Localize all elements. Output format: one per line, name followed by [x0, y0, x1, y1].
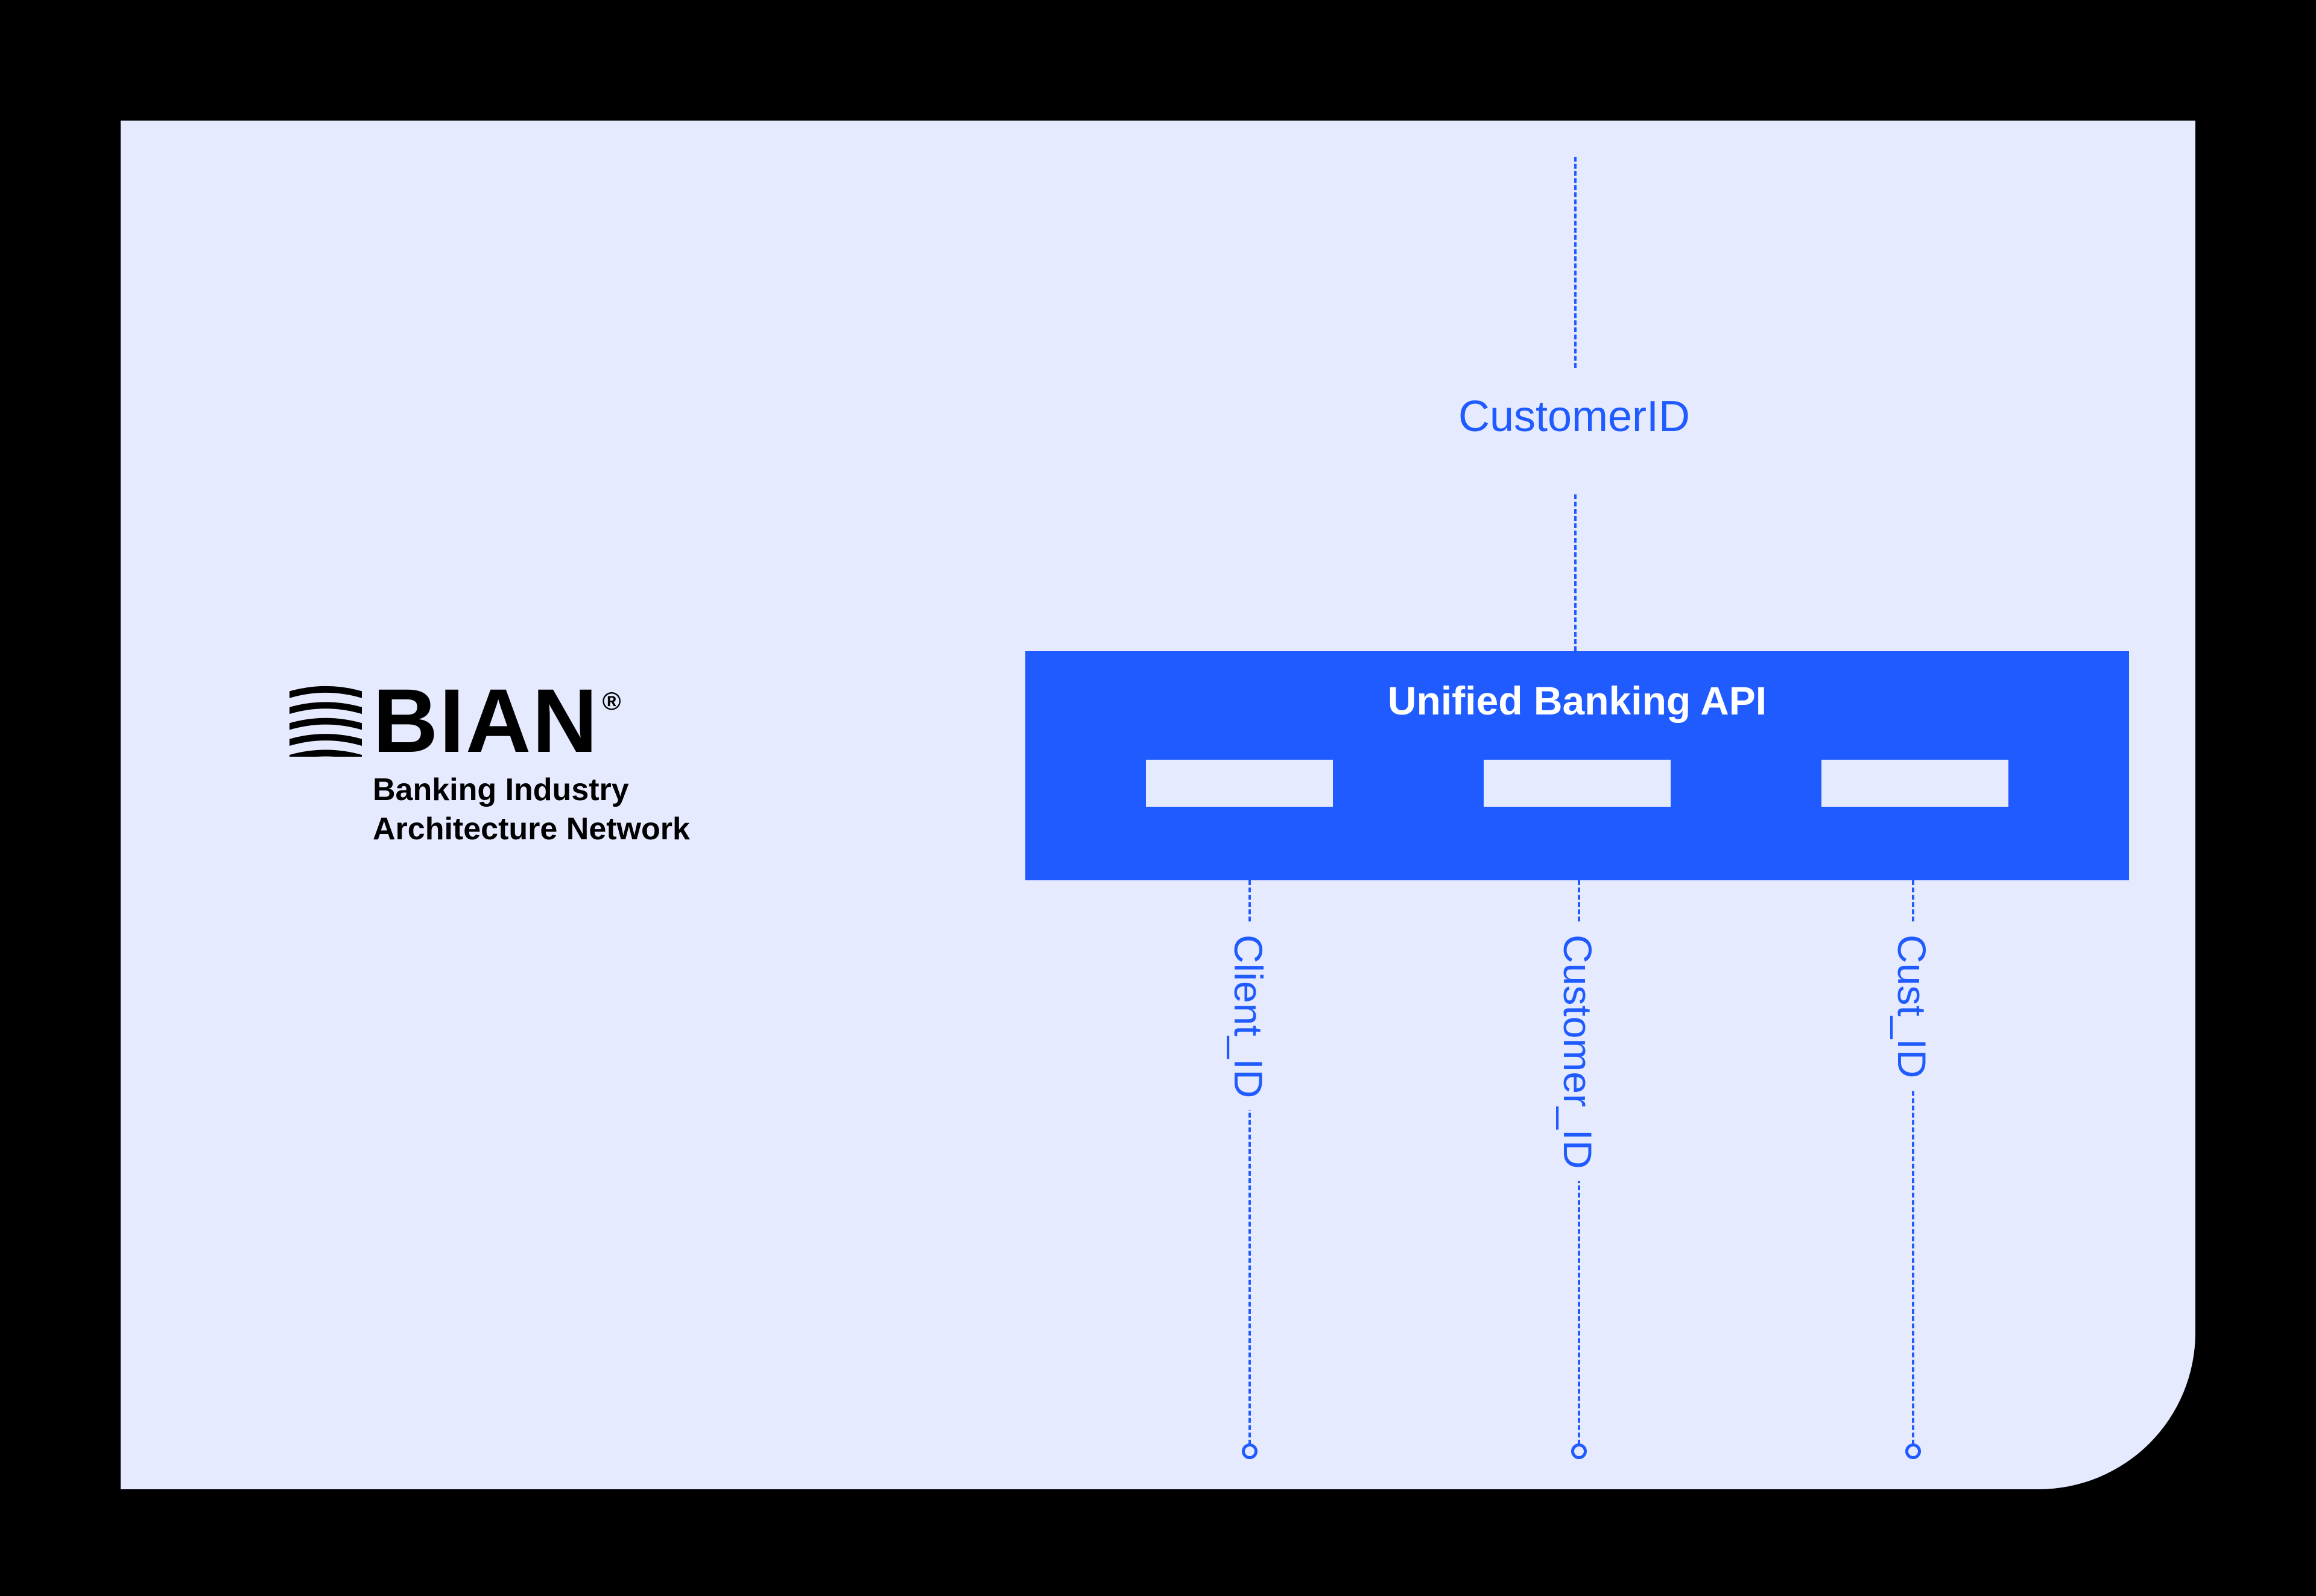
column-cust-id: Cust_ID — [1852, 880, 1972, 1459]
unified-banking-api-box: Unified Banking API — [1025, 651, 2129, 880]
diagram-stage: BIAN® Banking Industry Architecture Netw… — [0, 0, 2316, 1596]
endpoint-dot-icon — [1905, 1443, 1921, 1459]
column-customer-id: Customer_ID — [1517, 880, 1638, 1459]
top-connector-line — [1574, 494, 1577, 651]
endpoint-dot-icon — [1242, 1443, 1258, 1459]
api-slot — [1484, 760, 1671, 807]
bian-logo-word: BIAN® — [373, 675, 618, 766]
bian-logo: BIAN® Banking Industry Architecture Netw… — [290, 675, 690, 849]
api-box-title: Unified Banking API — [1388, 678, 1767, 724]
bian-logo-row: BIAN® — [290, 675, 690, 766]
endpoint-dot-icon — [1571, 1443, 1587, 1459]
bian-subtitle: Banking Industry Architecture Network — [373, 771, 690, 849]
top-label-customer-id: CustomerID — [1405, 392, 1743, 441]
column-label: Client_ID — [1226, 923, 1271, 1110]
bian-logo-icon — [290, 684, 362, 757]
top-connector-line — [1574, 157, 1577, 368]
bian-wordmark: BIAN — [373, 670, 599, 771]
column-label: Customer_ID — [1555, 923, 1601, 1181]
bian-subtitle-line1: Banking Industry — [373, 771, 690, 810]
bian-subtitle-line2: Architecture Network — [373, 810, 690, 849]
api-slots — [1146, 760, 2008, 807]
registered-mark: ® — [603, 687, 621, 715]
api-slot — [1821, 760, 2008, 807]
diagram-card: BIAN® Banking Industry Architecture Netw… — [121, 121, 2195, 1489]
column-client-id: Client_ID — [1188, 880, 1309, 1459]
column-label: Cust_ID — [1889, 923, 1935, 1090]
api-slot — [1146, 760, 1333, 807]
